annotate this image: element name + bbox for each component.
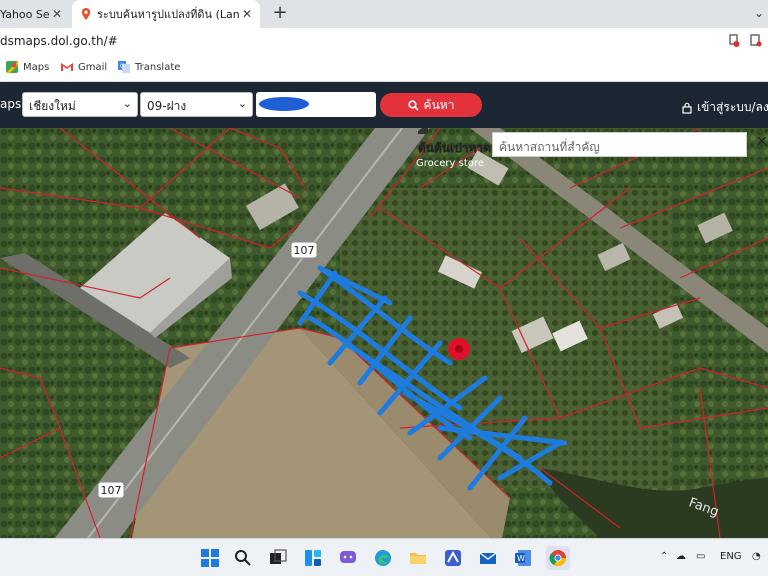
location-pin-icon	[81, 8, 91, 20]
location-marker-icon[interactable]	[448, 338, 470, 360]
province-value: เชียงใหม่	[29, 99, 76, 113]
search-button-label: ค้นหา	[423, 97, 455, 112]
mail-icon[interactable]	[476, 546, 500, 570]
province-select[interactable]: เชียงใหม่ ⌄	[22, 92, 138, 117]
bookmark-label: Maps	[23, 61, 50, 73]
route-shield-label: 107	[294, 244, 315, 257]
district-value: 09-ฝาง	[147, 99, 187, 113]
gmail-icon	[61, 63, 73, 71]
widgets-icon[interactable]	[301, 546, 325, 570]
search-icon[interactable]	[231, 546, 255, 570]
weather-cloud-icon[interactable]: ☁	[676, 551, 686, 562]
bookmark-gmail[interactable]: Gmail	[61, 61, 107, 73]
route-shield: 107	[290, 241, 318, 259]
map-canvas[interactable]: 107 107 ต้นต้นเปาหาด Grocery store Fang	[0, 128, 768, 538]
chrome-icon[interactable]	[546, 546, 570, 570]
search-button[interactable]: ค้นหา	[380, 93, 482, 117]
show-hidden-icons-chevron-icon[interactable]: ⌃	[660, 551, 668, 562]
tab-label: ระบบค้นหารูปแปลงที่ดิน (LandsMaps	[97, 8, 240, 21]
bookmarks-bar: Maps Gmail G Translate	[0, 56, 768, 82]
tab-search-chevron-icon[interactable]: ⌄	[754, 6, 764, 20]
district-select[interactable]: 09-ฝาง ⌄	[140, 92, 253, 117]
svg-text:W: W	[517, 554, 525, 563]
parcel-number-input[interactable]	[256, 92, 376, 117]
bookmark-maps[interactable]: Maps	[6, 61, 49, 73]
battery-icon[interactable]: ▭	[696, 551, 705, 562]
maps-icon	[6, 61, 18, 73]
word-icon[interactable]: W	[511, 546, 535, 570]
search-icon	[407, 99, 419, 111]
login-link[interactable]: เข้าสู่ระบบ/ลง	[682, 98, 768, 117]
poi-category: Grocery store	[416, 158, 484, 169]
tab-landsmaps[interactable]: ระบบค้นหารูปแปลงที่ดิน (LandsMaps ✕	[72, 0, 260, 28]
new-tab-button[interactable]: +	[270, 4, 290, 24]
site-brand[interactable]: aps	[0, 97, 21, 111]
bookmark-translate[interactable]: G Translate	[118, 61, 180, 73]
satellite-map[interactable]: 107 107 ต้นต้นเปาหาด Grocery store Fang …	[0, 128, 768, 538]
wifi-icon[interactable]: ◔	[752, 551, 761, 562]
route-shield: 107	[97, 481, 125, 499]
edge-icon[interactable]	[371, 546, 395, 570]
chevron-down-icon: ⌄	[122, 97, 132, 110]
close-tab-icon[interactable]: ✕	[240, 7, 254, 21]
redaction-scribble	[259, 97, 309, 111]
language-indicator[interactable]: ENG	[720, 551, 742, 562]
tab-yahoo[interactable]: Yahoo Sear ✕	[0, 0, 70, 28]
start-icon[interactable]	[198, 546, 222, 570]
windows-taskbar: W ⌃ ☁ ▭ ENG ◔	[0, 538, 768, 576]
landsmaps-header: aps เชียงใหม่ ⌄ 09-ฝาง ⌄ ค้นหา เข้าสู่ระ…	[0, 82, 768, 128]
route-shield-label: 107	[101, 484, 122, 497]
close-tab-icon[interactable]: ✕	[50, 7, 64, 21]
bookmark-label: Gmail	[78, 61, 108, 73]
chevron-down-icon: ⌄	[237, 97, 247, 110]
chat-icon[interactable]	[336, 546, 360, 570]
lock-icon	[682, 102, 692, 114]
place-search-input[interactable]: ค้นหาสถานที่สำคัญ	[492, 132, 747, 157]
translate-icon: G	[118, 61, 130, 73]
file-explorer-icon[interactable]	[406, 546, 430, 570]
svg-text:G: G	[120, 63, 125, 70]
bookmark-star-icon[interactable]	[750, 34, 762, 48]
browser-tab-strip: Yahoo Sear ✕ ระบบค้นหารูปแปลงที่ดิน (Lan…	[0, 0, 768, 28]
tab-label: Yahoo Sear	[0, 7, 50, 21]
blocked-popup-icon[interactable]	[728, 34, 740, 48]
address-bar: dsmaps.dol.go.th/#	[0, 28, 768, 56]
poi-name: ต้นต้นเปาหาด	[418, 141, 491, 155]
vpn-icon[interactable]	[441, 546, 465, 570]
task-view-icon[interactable]	[266, 546, 290, 570]
close-icon[interactable]: ✕	[756, 134, 768, 150]
bookmark-label: Translate	[135, 61, 181, 73]
login-label: เข้าสู่ระบบ/ลง	[697, 100, 768, 114]
url-field[interactable]: dsmaps.dol.go.th/#	[0, 34, 118, 48]
